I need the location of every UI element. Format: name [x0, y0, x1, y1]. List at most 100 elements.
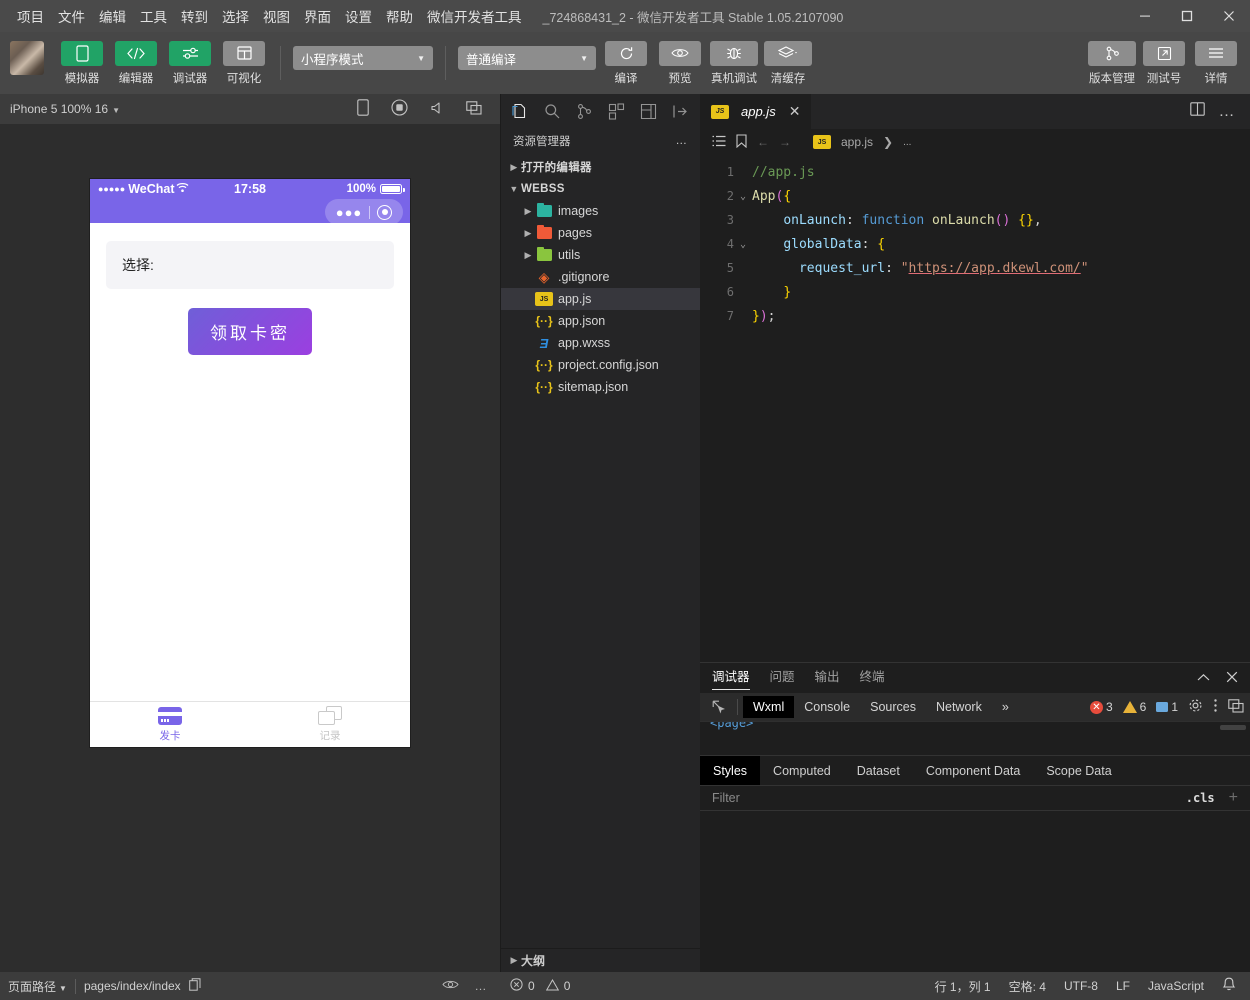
kebab-icon[interactable] [1213, 698, 1218, 716]
custom-compile-icon[interactable] [636, 99, 660, 123]
devtools-tab-overflow[interactable]: » [992, 696, 1019, 718]
eol-setting[interactable]: LF [1116, 979, 1130, 993]
preview-button[interactable]: 预览 [656, 41, 704, 86]
panel-tab-problems[interactable]: 问题 [770, 666, 795, 690]
warning-count-badge[interactable]: 6 [1123, 700, 1147, 714]
menu-item-devtools[interactable]: 微信开发者工具 [420, 2, 529, 30]
clear-cache-button[interactable]: 清缓存 [764, 41, 812, 86]
tree-item-sitemap[interactable]: ▶ {··} sitemap.json [501, 376, 700, 398]
styles-tab-component-data[interactable]: Component Data [913, 756, 1034, 785]
claim-card-button[interactable]: 领取卡密 [188, 308, 312, 355]
details-button[interactable]: 详情 [1192, 41, 1240, 86]
menu-item-edit[interactable]: 编辑 [92, 2, 133, 30]
styles-filter-input[interactable]: Filter [712, 791, 740, 805]
split-editor-icon[interactable] [1190, 102, 1205, 121]
status-problems[interactable]: 0 0 [500, 978, 700, 994]
target-icon[interactable] [377, 205, 392, 220]
menu-item-settings[interactable]: 设置 [338, 2, 379, 30]
simulator-button[interactable]: 模拟器 [58, 41, 106, 86]
breadcrumb-tail[interactable]: ... [903, 137, 911, 148]
code-token-url[interactable]: https://app.dkewl.com/ [909, 261, 1081, 276]
wechat-capsule[interactable]: ●●● [325, 199, 403, 225]
gear-icon[interactable] [1188, 698, 1203, 716]
menu-item-view[interactable]: 视图 [256, 2, 297, 30]
outline-section[interactable]: ▶ 大纲 [501, 948, 700, 972]
phone-icon[interactable] [357, 99, 369, 119]
bookmark-icon[interactable] [736, 134, 747, 151]
search-icon[interactable] [541, 99, 565, 123]
record-icon[interactable] [391, 99, 408, 119]
fold-toggle[interactable]: ⌄ [734, 239, 752, 250]
tree-item-project-config[interactable]: ▶ {··} project.config.json [501, 354, 700, 376]
real-device-debug-button[interactable]: 真机调试 [710, 41, 758, 86]
tree-item-gitignore[interactable]: ▶ ◈ .gitignore [501, 266, 700, 288]
maximize-button[interactable] [1166, 0, 1208, 32]
panel-tab-terminal[interactable]: 终端 [860, 666, 885, 690]
compile-button[interactable]: 编译 [602, 41, 650, 86]
menu-item-goto[interactable]: 转到 [174, 2, 215, 30]
mode-select[interactable]: 小程序模式 ▼ [293, 46, 433, 70]
menu-item-select[interactable]: 选择 [215, 2, 256, 30]
styles-tab-dataset[interactable]: Dataset [844, 756, 913, 785]
close-button[interactable] [1208, 0, 1250, 32]
menu-item-help[interactable]: 帮助 [379, 2, 420, 30]
visual-button[interactable]: 可视化 [220, 41, 268, 86]
window-icon[interactable] [466, 101, 482, 118]
menu-item-project[interactable]: 项目 [10, 2, 51, 30]
tree-section-open-editors[interactable]: ▶ 打开的编辑器 [501, 156, 700, 178]
cls-button[interactable]: .cls [1186, 791, 1215, 805]
devtools-tab-sources[interactable]: Sources [860, 696, 926, 718]
cursor-position[interactable]: 行 1，列 1 [935, 978, 991, 995]
tree-section-webss[interactable]: ▼ WEBSS [501, 178, 700, 200]
sound-icon[interactable] [430, 101, 444, 118]
compile-select[interactable]: 普通编译 ▼ [458, 46, 596, 70]
version-control-button[interactable]: 版本管理 [1088, 41, 1136, 86]
eye-icon[interactable] [442, 979, 459, 993]
styles-tab-computed[interactable]: Computed [760, 756, 844, 785]
picker-field[interactable]: 选择: [106, 241, 394, 289]
tree-item-pages[interactable]: ▶ pages [501, 222, 700, 244]
close-icon[interactable]: ✕ [789, 103, 801, 120]
panel-tab-output[interactable]: 输出 [815, 666, 840, 690]
inspect-element-icon[interactable] [706, 700, 732, 715]
minimize-button[interactable] [1124, 0, 1166, 32]
extensions-icon[interactable] [604, 99, 628, 123]
editor-button[interactable]: 编辑器 [112, 41, 160, 86]
error-count-badge[interactable]: ✕ 3 [1090, 700, 1113, 714]
devtools-tab-console[interactable]: Console [794, 696, 860, 718]
outline-icon[interactable] [712, 135, 726, 150]
more-icon[interactable]: … [475, 979, 489, 993]
devtools-tab-network[interactable]: Network [926, 696, 992, 718]
test-account-button[interactable]: 测试号 [1140, 41, 1188, 86]
fold-toggle[interactable]: ⌄ [734, 191, 752, 202]
tree-item-app-json[interactable]: ▶ {··} app.json [501, 310, 700, 332]
back-icon[interactable]: ← [757, 135, 769, 149]
dom-tree-area[interactable]: <page> [700, 721, 1250, 755]
page-path-selector[interactable]: 页面路径▼ [8, 978, 67, 995]
debugger-button[interactable]: 调试器 [166, 41, 214, 86]
source-control-icon[interactable] [573, 99, 597, 123]
devtools-tab-wxml[interactable]: Wxml [743, 696, 794, 718]
styles-tab-scope-data[interactable]: Scope Data [1033, 756, 1124, 785]
bell-icon[interactable] [1222, 977, 1236, 995]
collapse-icon[interactable] [668, 99, 692, 123]
add-rule-button[interactable]: + [1229, 789, 1238, 807]
phone-tab-records[interactable]: 记录 [250, 702, 410, 747]
editor-tab-app-js[interactable]: JS app.js ✕ [700, 94, 812, 129]
tree-item-utils[interactable]: ▶ utils [501, 244, 700, 266]
encoding-setting[interactable]: UTF-8 [1064, 979, 1098, 993]
menu-item-interface[interactable]: 界面 [297, 2, 338, 30]
capsule-menu-icon[interactable]: ●●● [336, 206, 363, 219]
close-icon[interactable] [1226, 671, 1238, 686]
dom-scrollbar[interactable] [1220, 725, 1246, 730]
tree-item-images[interactable]: ▶ images [501, 200, 700, 222]
device-selector[interactable]: iPhone 5 100% 16▼ [10, 102, 120, 116]
forward-icon[interactable]: → [779, 135, 791, 149]
indent-setting[interactable]: 空格: 4 [1009, 978, 1046, 995]
tree-item-app-wxss[interactable]: ▶ Ǝ app.wxss [501, 332, 700, 354]
chevron-up-icon[interactable] [1197, 671, 1210, 685]
breadcrumb-file[interactable]: JS app.js [813, 135, 873, 149]
styles-tab-styles[interactable]: Styles [700, 756, 760, 785]
code-area[interactable]: 1 //app.js 2 ⌄ App({ 3 onLaunch: functio… [700, 155, 1250, 662]
dock-icon[interactable] [1228, 699, 1244, 716]
